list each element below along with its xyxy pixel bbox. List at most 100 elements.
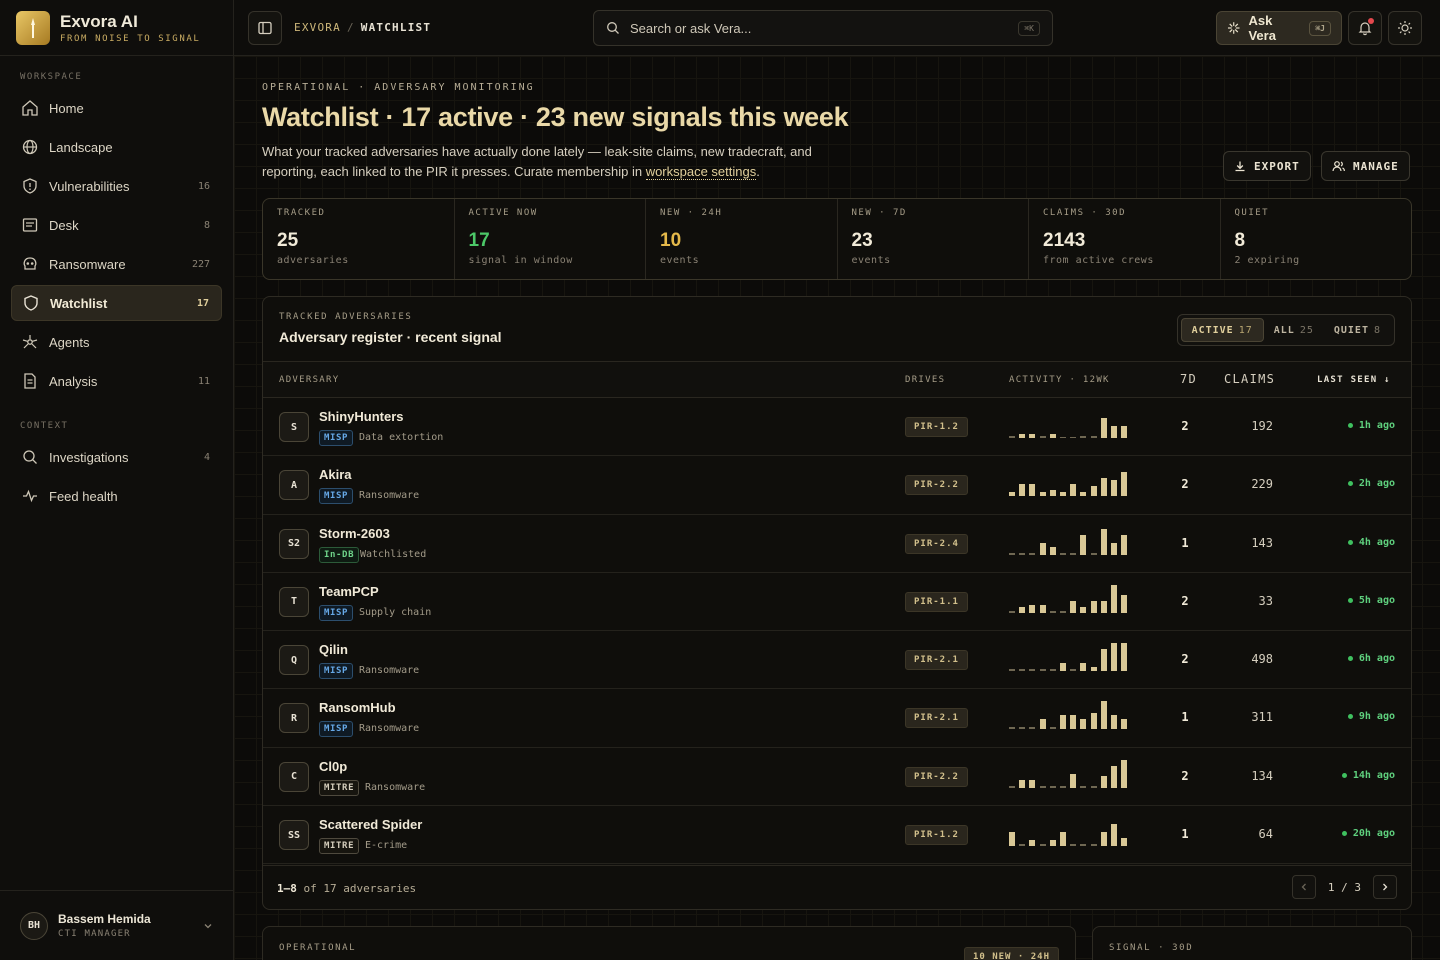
stat-sub: events xyxy=(851,255,891,266)
source-badge: MISP xyxy=(319,663,354,680)
adversary-name[interactable]: TeamPCP xyxy=(319,584,379,599)
export-label: EXPORT xyxy=(1254,159,1300,173)
signals-7d: 2 xyxy=(1181,593,1189,608)
filter-active[interactable]: ACTIVE 17 xyxy=(1180,318,1264,342)
activity-bar xyxy=(1121,534,1128,555)
col-adversary[interactable]: ADVERSARY xyxy=(279,375,339,385)
sparkle-icon xyxy=(1227,22,1240,34)
activity-bar xyxy=(1070,600,1077,613)
adversary-avatar: C xyxy=(279,761,309,792)
adversary-avatar: Q xyxy=(279,645,309,676)
notifications-button[interactable] xyxy=(1348,11,1382,45)
filter-count: 17 xyxy=(1238,324,1253,336)
adversary-name[interactable]: RansomHub xyxy=(319,700,396,715)
col-last-seen[interactable]: LAST SEEN ↓ xyxy=(1317,375,1391,385)
pir-badge[interactable]: PIR-1.1 xyxy=(905,591,968,612)
pir-badge[interactable]: PIR-1.2 xyxy=(905,825,968,846)
signals-7d: 1 xyxy=(1181,710,1189,725)
adversary-name[interactable]: Qilin xyxy=(319,642,348,657)
activity-bar xyxy=(1039,492,1046,497)
workspace-settings-link[interactable]: workspace settings xyxy=(645,164,757,180)
filter-all[interactable]: ALL 25 xyxy=(1264,318,1324,342)
pir-badge[interactable]: PIR-1.2 xyxy=(905,417,968,437)
col-7d[interactable]: 7D xyxy=(1180,372,1197,386)
adversary-avatar: S xyxy=(279,412,309,442)
pir-badge[interactable]: PIR-2.2 xyxy=(905,475,968,496)
pir-badge[interactable]: PIR-2.1 xyxy=(905,650,968,671)
stat-sub: 2 expiring xyxy=(1234,255,1300,266)
table-row[interactable]: Q Qilin MISP Ransomware PIR-2.1 2 498 6h… xyxy=(263,631,1411,690)
manage-button[interactable]: MANAGE xyxy=(1321,151,1410,181)
adversary-name[interactable]: ShinyHunters xyxy=(319,409,404,424)
adversary-name[interactable]: Cl0p xyxy=(319,759,347,774)
activity-bar xyxy=(1090,844,1097,847)
sidebar-item-vulnerabilities[interactable]: Vulnerabilities 16 xyxy=(11,168,222,204)
sidebar-item-agents[interactable]: Agents xyxy=(11,324,222,360)
sidebar-item-analysis[interactable]: Analysis 11 xyxy=(11,363,222,399)
activity-bar xyxy=(1080,785,1087,788)
filter-quiet[interactable]: QUIET 8 xyxy=(1324,318,1391,342)
page-title: Watchlist · 17 active · 23 new signals t… xyxy=(262,102,849,132)
adversary-avatar: A xyxy=(279,470,309,501)
activity-bar xyxy=(1100,701,1107,730)
sidebar-item-landscape[interactable]: Landscape xyxy=(11,129,222,165)
activity-sparkline xyxy=(1009,818,1131,847)
table-row[interactable]: C Cl0p MITRE Ransomware PIR-2.2 2 134 14… xyxy=(263,748,1411,807)
breadcrumb-root[interactable]: EXVORA xyxy=(294,21,341,34)
filter-count: 25 xyxy=(1299,324,1314,336)
activity-bar xyxy=(1039,436,1046,438)
main-content: OPERATIONAL · ADVERSARY MONITORING Watch… xyxy=(234,56,1440,960)
user-menu[interactable]: BH Bassem Hemida CTI MANAGER xyxy=(0,890,233,960)
table-header: ADVERSARY DRIVES ACTIVITY · 12WK 7D CLAI… xyxy=(263,362,1411,398)
chevron-down-icon[interactable] xyxy=(203,921,213,931)
activity-bar xyxy=(1090,785,1097,788)
adversary-avatar: S2 xyxy=(279,528,309,559)
activity-bar xyxy=(1039,844,1046,847)
pir-badge[interactable]: PIR-2.2 xyxy=(905,766,968,787)
claims-count: 311 xyxy=(1251,710,1273,725)
stat-label: NEW · 24H xyxy=(660,208,723,218)
activity-bar xyxy=(1039,604,1046,613)
adversary-name[interactable]: Storm-2603 xyxy=(319,526,390,541)
stat-label: NEW · 7D xyxy=(851,208,907,218)
table-row[interactable]: T TeamPCP MISP Supply chain PIR-1.1 2 33… xyxy=(263,573,1411,632)
sidebar-item-ransomware[interactable]: Ransomware 227 xyxy=(11,246,222,282)
col-claims[interactable]: CLAIMS xyxy=(1224,372,1275,386)
activity-bar xyxy=(1009,492,1015,497)
activity-bar xyxy=(1009,610,1015,613)
sun-icon xyxy=(1398,21,1412,35)
activity-bar xyxy=(1090,436,1097,438)
table-row[interactable]: SS Scattered Spider MITRE E-crime PIR-1.… xyxy=(263,806,1411,865)
theme-toggle-button[interactable] xyxy=(1388,11,1422,45)
col-activity[interactable]: ACTIVITY · 12WK xyxy=(1009,375,1110,385)
pir-badge[interactable]: PIR-2.1 xyxy=(905,708,968,729)
table-row[interactable]: A Akira MISP Ransomware PIR-2.2 2 229 2h… xyxy=(263,456,1411,515)
sidebar-item-home[interactable]: Home xyxy=(11,90,222,126)
adversary-name[interactable]: Akira xyxy=(319,467,352,482)
next-page-button[interactable] xyxy=(1373,875,1397,899)
table-row[interactable]: S ShinyHunters MISP Data extortion PIR-1… xyxy=(263,398,1411,457)
ask-vera-button[interactable]: Ask Vera ⌘J xyxy=(1216,11,1342,45)
activity-bar xyxy=(1121,472,1128,497)
prev-page-button[interactable] xyxy=(1291,875,1316,899)
export-button[interactable]: EXPORT xyxy=(1223,151,1311,181)
sidebar-item-investigations[interactable]: Investigations 4 xyxy=(11,439,222,475)
sidebar-toggle-button[interactable] xyxy=(248,11,282,45)
sidebar-item-feed-health[interactable]: Feed health xyxy=(11,478,222,514)
activity-bar xyxy=(1080,606,1087,613)
adversary-name[interactable]: Scattered Spider xyxy=(319,817,422,832)
brand[interactable]: Exvora AI FROM NOISE TO SIGNAL xyxy=(0,0,233,56)
activity-bar xyxy=(1080,844,1087,847)
chevron-left-icon xyxy=(1301,883,1306,891)
panel-eyebrow: TRACKED ADVERSARIES xyxy=(279,312,413,322)
activity-bar xyxy=(1019,779,1026,788)
col-drives[interactable]: DRIVES xyxy=(905,375,945,385)
search-input[interactable]: Search or ask Vera... ⌘K xyxy=(593,10,1053,46)
table-row[interactable]: R RansomHub MISP Ransomware PIR-2.1 1 31… xyxy=(263,689,1411,748)
table-row[interactable]: S2 Storm-2603 In-DB Watchlisted PIR-2.4 … xyxy=(263,515,1411,573)
claims-count: 143 xyxy=(1251,535,1273,550)
activity-bar xyxy=(1111,643,1117,672)
pir-badge[interactable]: PIR-2.4 xyxy=(905,533,968,554)
sidebar-item-watchlist[interactable]: Watchlist 17 xyxy=(11,285,222,321)
sidebar-item-desk[interactable]: Desk 8 xyxy=(11,207,222,243)
